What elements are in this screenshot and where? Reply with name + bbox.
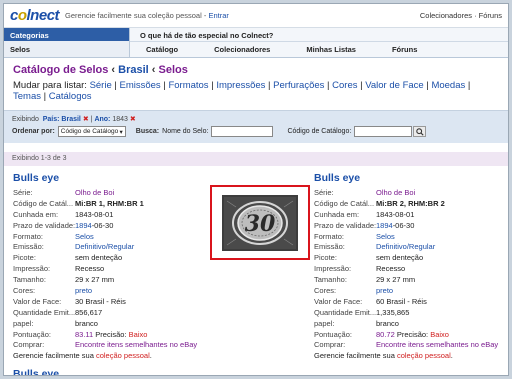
series-link[interactable]: Olho de Boi [75,188,114,197]
browser-page: colnect Gerencie facilmente sua coleção … [3,3,509,376]
menu-catalogo[interactable]: Catálogo [130,45,198,54]
collection-promo: Gerencie facilmente sua coleção pessoal. [314,351,453,361]
breadcrumb-country[interactable]: Brasil [118,64,149,76]
results-counter: Exibindo 1-3 de 3 [4,152,508,166]
top-bar: colnect Gerencie facilmente sua coleção … [4,4,508,28]
promo-question[interactable]: O que há de tão especial no Colnect? [130,28,508,42]
stamp-title[interactable]: Bulls eye [13,172,203,184]
issue-link[interactable]: Definitivo/Regular [376,242,435,251]
view-impressoes[interactable]: Impressões [216,80,265,91]
precision-badge: Baixo [430,329,449,339]
search-input[interactable] [211,126,274,137]
filter-country: País: Brasil [42,116,81,123]
categories-panel: Categorias Selos [4,28,130,57]
series-link[interactable]: Olho de Boi [376,188,415,197]
top-right-links[interactable]: Colecionadores · Fóruns [420,11,502,20]
filter-bar: Exibindo País: Brasil ✖ | Ano: 1843 ✖ Or… [4,110,508,143]
view-emissoes[interactable]: Emissões [120,80,161,91]
view-temas[interactable]: Temas [13,91,41,102]
ebay-link[interactable]: Encontre itens semelhantes no eBay [75,340,197,349]
stamp-image[interactable]: 30 [222,194,298,251]
score-link[interactable]: 83.11 [75,330,93,339]
breadcrumb-catalog[interactable]: Catálogo de Selos [13,64,108,76]
stamp-card: Bulls eye Série: Olho de Boi Código de Ca… [314,172,504,360]
tagline: Gerencie facilmente sua coleção pessoal … [65,11,229,20]
collection-link[interactable]: coleção pessoal [397,351,451,360]
filter-year: 1843 [112,116,128,123]
validity-year-link[interactable]: 1894 [75,221,92,230]
catalog-code-input[interactable] [354,126,413,137]
catalog-codes: Mi:BR 2, RHM:BR 2 [376,198,445,208]
view-list-switcher: Mudar para listar: Série | Emissões | Fo… [13,80,471,102]
next-stamp-title[interactable]: Bulls eye [13,368,59,375]
search-icon [416,127,424,136]
catalog-codes: Mi:BR 1, RHM:BR 1 [75,198,144,208]
stamp-card: Bulls eye Série: Olho de Boi Código de Ca… [13,172,203,360]
categories-header[interactable]: Categorias [4,28,129,41]
score-link[interactable]: 80.72 [376,330,395,339]
main-menu: O que há de tão especial no Colnect? Cat… [130,28,508,57]
collection-link[interactable]: coleção pessoal [96,351,150,360]
category-selos[interactable]: Selos [4,41,129,58]
remove-country-filter-icon[interactable]: ✖ [83,116,89,123]
view-valor-de-face[interactable]: Valor de Face [365,80,423,91]
login-link[interactable]: Entrar [208,11,228,20]
colnect-logo[interactable]: colnect [10,7,60,24]
menu-foruns[interactable]: Fóruns [376,45,437,54]
menu-bar: Categorias Selos O que há de tão especia… [4,28,508,58]
view-moedas[interactable]: Moedas [431,80,465,91]
validity-year-link[interactable]: 1894 [376,221,393,230]
search-button[interactable] [413,126,427,137]
stamp-image-frame[interactable]: 30 [210,185,310,260]
view-catalogos[interactable]: Catálogos [49,91,92,102]
view-formatos[interactable]: Formatos [168,80,208,91]
format-link[interactable]: Selos [75,232,94,241]
menu-colecionadores[interactable]: Colecionadores [198,45,290,54]
svg-text:30: 30 [245,211,276,237]
color-link[interactable]: preto [376,286,393,295]
issue-link[interactable]: Definitivo/Regular [75,242,134,251]
remove-year-filter-icon[interactable]: ✖ [130,116,136,123]
stamp-title[interactable]: Bulls eye [314,172,504,184]
view-cores[interactable]: Cores [332,80,357,91]
stamp-results: Bulls eye Série: Olho de Boi Código de Ca… [4,166,508,372]
precision-badge: Baixo [128,329,148,339]
menu-minhas-listas[interactable]: Minhas Listas [290,45,376,54]
sort-select[interactable]: Código de Catálogo ▾ [57,126,126,137]
collection-promo: Gerencie facilmente sua coleção pessoal. [13,351,152,361]
ebay-link[interactable]: Encontre itens semelhantes no eBay [376,340,498,349]
format-link[interactable]: Selos [376,232,395,241]
view-perfuracoes[interactable]: Perfurações [273,80,324,91]
breadcrumb-current: Selos [158,64,188,76]
chevron-down-icon: ▾ [119,128,123,136]
color-link[interactable]: preto [75,286,92,295]
view-serie[interactable]: Série [90,80,112,91]
breadcrumb: Catálogo de Selos ‹ Brasil ‹ Selos [13,64,188,76]
